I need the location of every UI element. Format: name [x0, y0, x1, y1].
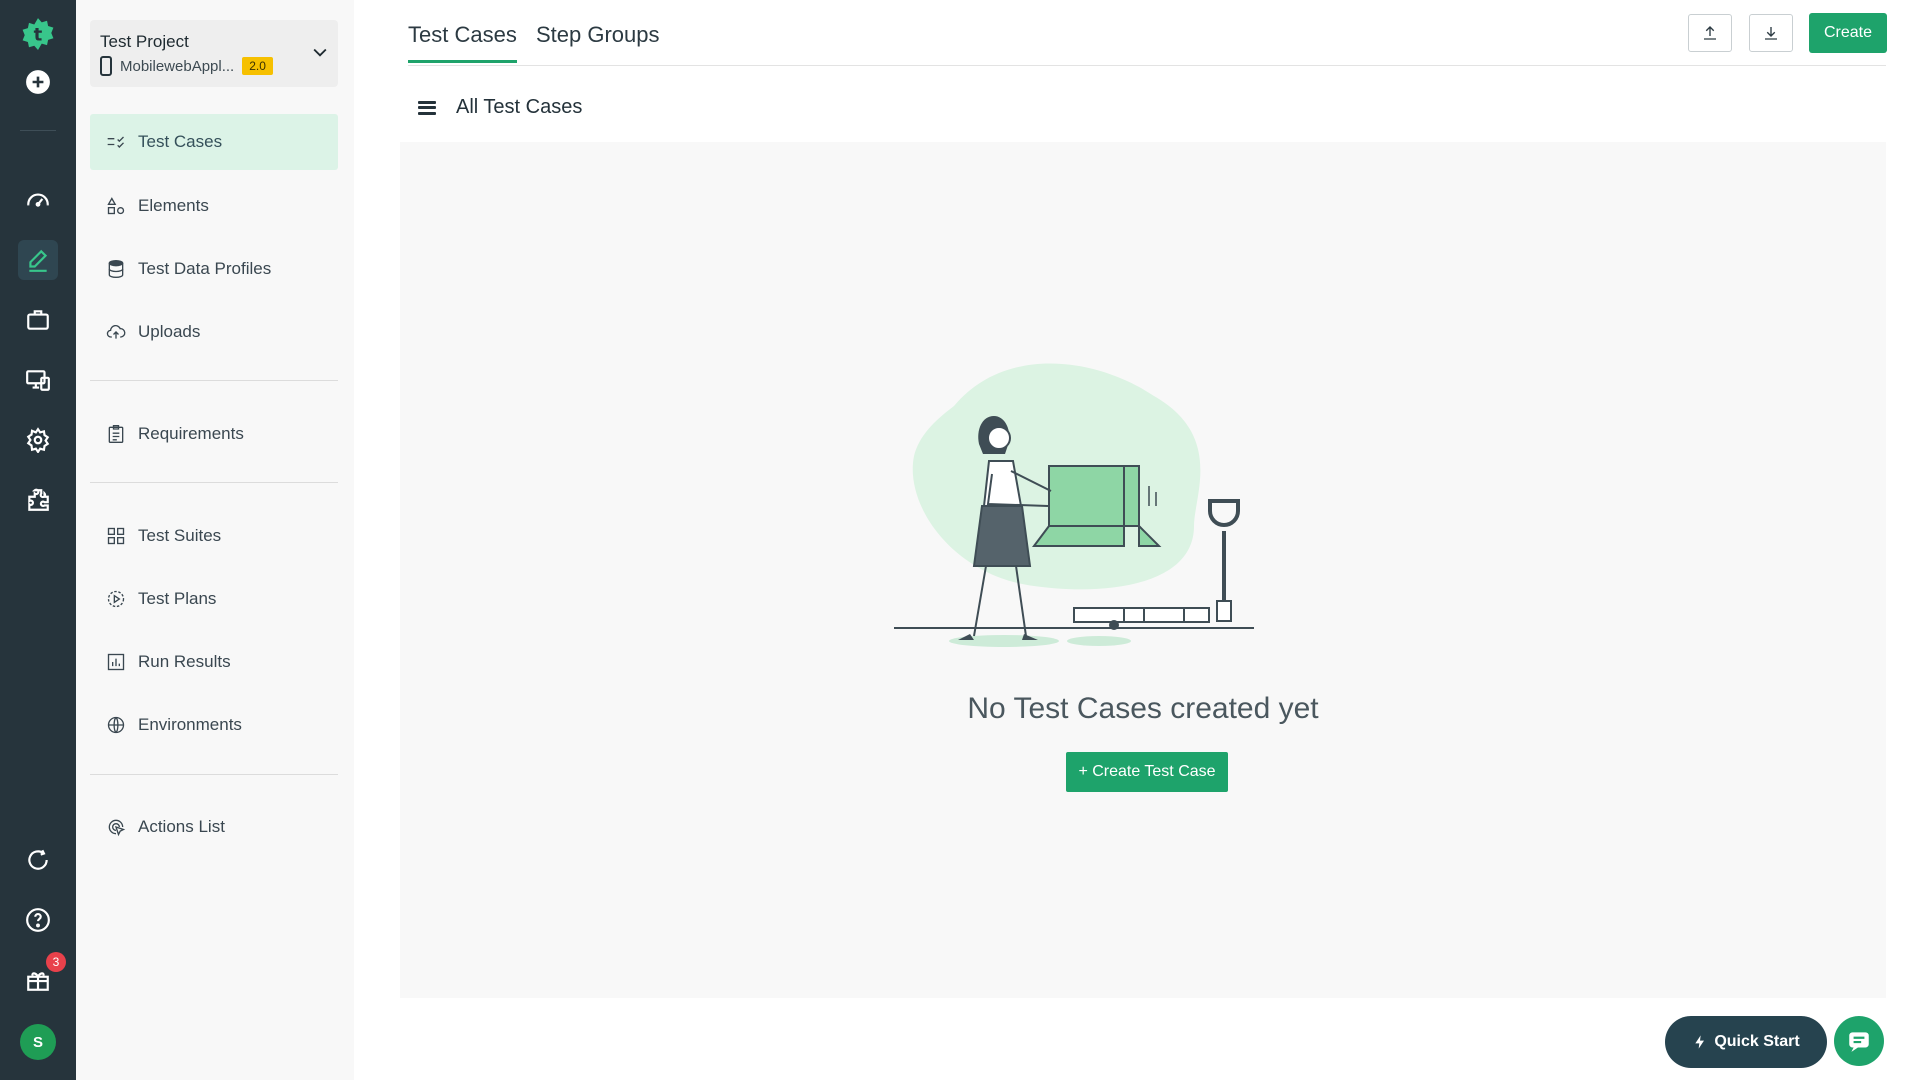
- empty-state-panel: No Test Cases created yet + Create Test …: [400, 142, 1886, 998]
- database-icon: [108, 260, 124, 279]
- settings-icon[interactable]: [18, 420, 58, 460]
- devices-icon[interactable]: [18, 360, 58, 400]
- nav-divider: [90, 380, 338, 381]
- quick-start-label: Quick Start: [1714, 1033, 1800, 1050]
- logo-icon[interactable]: t: [18, 14, 58, 54]
- rail-divider: [20, 130, 56, 131]
- lightning-icon: [1695, 1035, 1705, 1049]
- nav-item-label: Test Cases: [138, 132, 223, 151]
- play-circle-icon: [107, 590, 125, 608]
- nav-item-label: Test Data Profiles: [138, 259, 272, 278]
- briefcase-icon[interactable]: [18, 300, 58, 340]
- nav-item-uploads[interactable]: Uploads: [90, 304, 338, 360]
- avatar[interactable]: S: [20, 1024, 56, 1060]
- checklist-icon: [107, 136, 124, 148]
- create-test-case-button[interactable]: + Create Test Case: [1066, 752, 1228, 792]
- tab-test-cases[interactable]: Test Cases: [408, 22, 517, 63]
- nav-item-run-results[interactable]: Run Results: [90, 634, 338, 690]
- dashboard-icon[interactable]: [18, 180, 58, 220]
- svg-text:t: t: [34, 24, 43, 45]
- nav-item-label: Elements: [138, 196, 209, 215]
- grid-icon: [107, 527, 125, 545]
- nav-item-elements[interactable]: Elements: [90, 178, 338, 234]
- help-icon[interactable]: [18, 900, 58, 940]
- nav-item-test-suites[interactable]: Test Suites: [90, 508, 338, 564]
- project-name: Test Project: [100, 32, 189, 51]
- notification-badge: 3: [46, 952, 66, 972]
- nav-item-label: Test Plans: [138, 589, 217, 608]
- shapes-icon: [107, 197, 125, 215]
- chevron-down-icon[interactable]: [310, 42, 330, 62]
- refresh-icon[interactable]: [18, 840, 58, 880]
- list-title: All Test Cases: [456, 96, 583, 118]
- list-header: All Test Cases: [418, 96, 582, 119]
- download-icon: [1765, 27, 1777, 40]
- main-content: Test Cases Step Groups Create All Test C…: [354, 0, 1920, 1080]
- tab-step-groups[interactable]: Step Groups: [536, 22, 660, 60]
- gift-icon[interactable]: 3: [18, 952, 66, 1000]
- upload-icon: [1704, 26, 1716, 40]
- nav-item-test-data-profiles[interactable]: Test Data Profiles: [90, 241, 338, 297]
- side-nav: Test Project MobilewebAppl... 2.0 Test C…: [76, 0, 354, 1080]
- app-rail: t 3 S: [0, 0, 76, 1080]
- empty-state-illustration: [894, 363, 1254, 647]
- quick-start-button[interactable]: Quick Start: [1665, 1016, 1827, 1068]
- nav-divider: [90, 774, 338, 775]
- globe-icon: [107, 716, 125, 734]
- chat-button[interactable]: [1834, 1016, 1884, 1066]
- cloud-upload-icon: [106, 325, 126, 339]
- bar-chart-icon: [107, 653, 125, 671]
- download-button[interactable]: [1749, 14, 1793, 52]
- nav-item-test-cases[interactable]: Test Cases: [90, 114, 338, 170]
- nav-item-requirements[interactable]: Requirements: [90, 406, 338, 462]
- cursor-click-icon: [108, 819, 126, 837]
- nav-divider: [90, 482, 338, 483]
- mobile-icon: [100, 56, 112, 76]
- project-app-row: MobilewebAppl... 2.0: [100, 56, 273, 76]
- nav-item-label: Environments: [138, 715, 242, 734]
- nav-item-actions-list[interactable]: Actions List: [90, 799, 338, 855]
- chat-icon: [1849, 1032, 1869, 1052]
- create-button[interactable]: Create: [1809, 13, 1887, 53]
- tab-bar: Test Cases Step Groups: [408, 0, 1886, 66]
- menu-icon[interactable]: [418, 100, 436, 115]
- nav-item-label: Uploads: [138, 322, 201, 341]
- empty-state-message: No Test Cases created yet: [967, 692, 1319, 725]
- nav-item-label: Actions List: [138, 817, 225, 836]
- upload-button[interactable]: [1688, 14, 1732, 52]
- version-badge: 2.0: [242, 57, 273, 75]
- add-icon[interactable]: [18, 62, 58, 102]
- nav-item-label: Test Suites: [138, 526, 222, 545]
- project-app-name: MobilewebAppl...: [120, 57, 235, 75]
- clipboard-icon: [108, 425, 124, 443]
- nav-item-environments[interactable]: Environments: [90, 697, 338, 753]
- nav-item-label: Requirements: [138, 424, 244, 443]
- edit-icon[interactable]: [18, 240, 58, 280]
- nav-item-test-plans[interactable]: Test Plans: [90, 571, 338, 627]
- addons-icon[interactable]: [18, 480, 58, 520]
- nav-item-label: Run Results: [138, 652, 231, 671]
- project-selector[interactable]: Test Project MobilewebAppl... 2.0: [90, 20, 338, 87]
